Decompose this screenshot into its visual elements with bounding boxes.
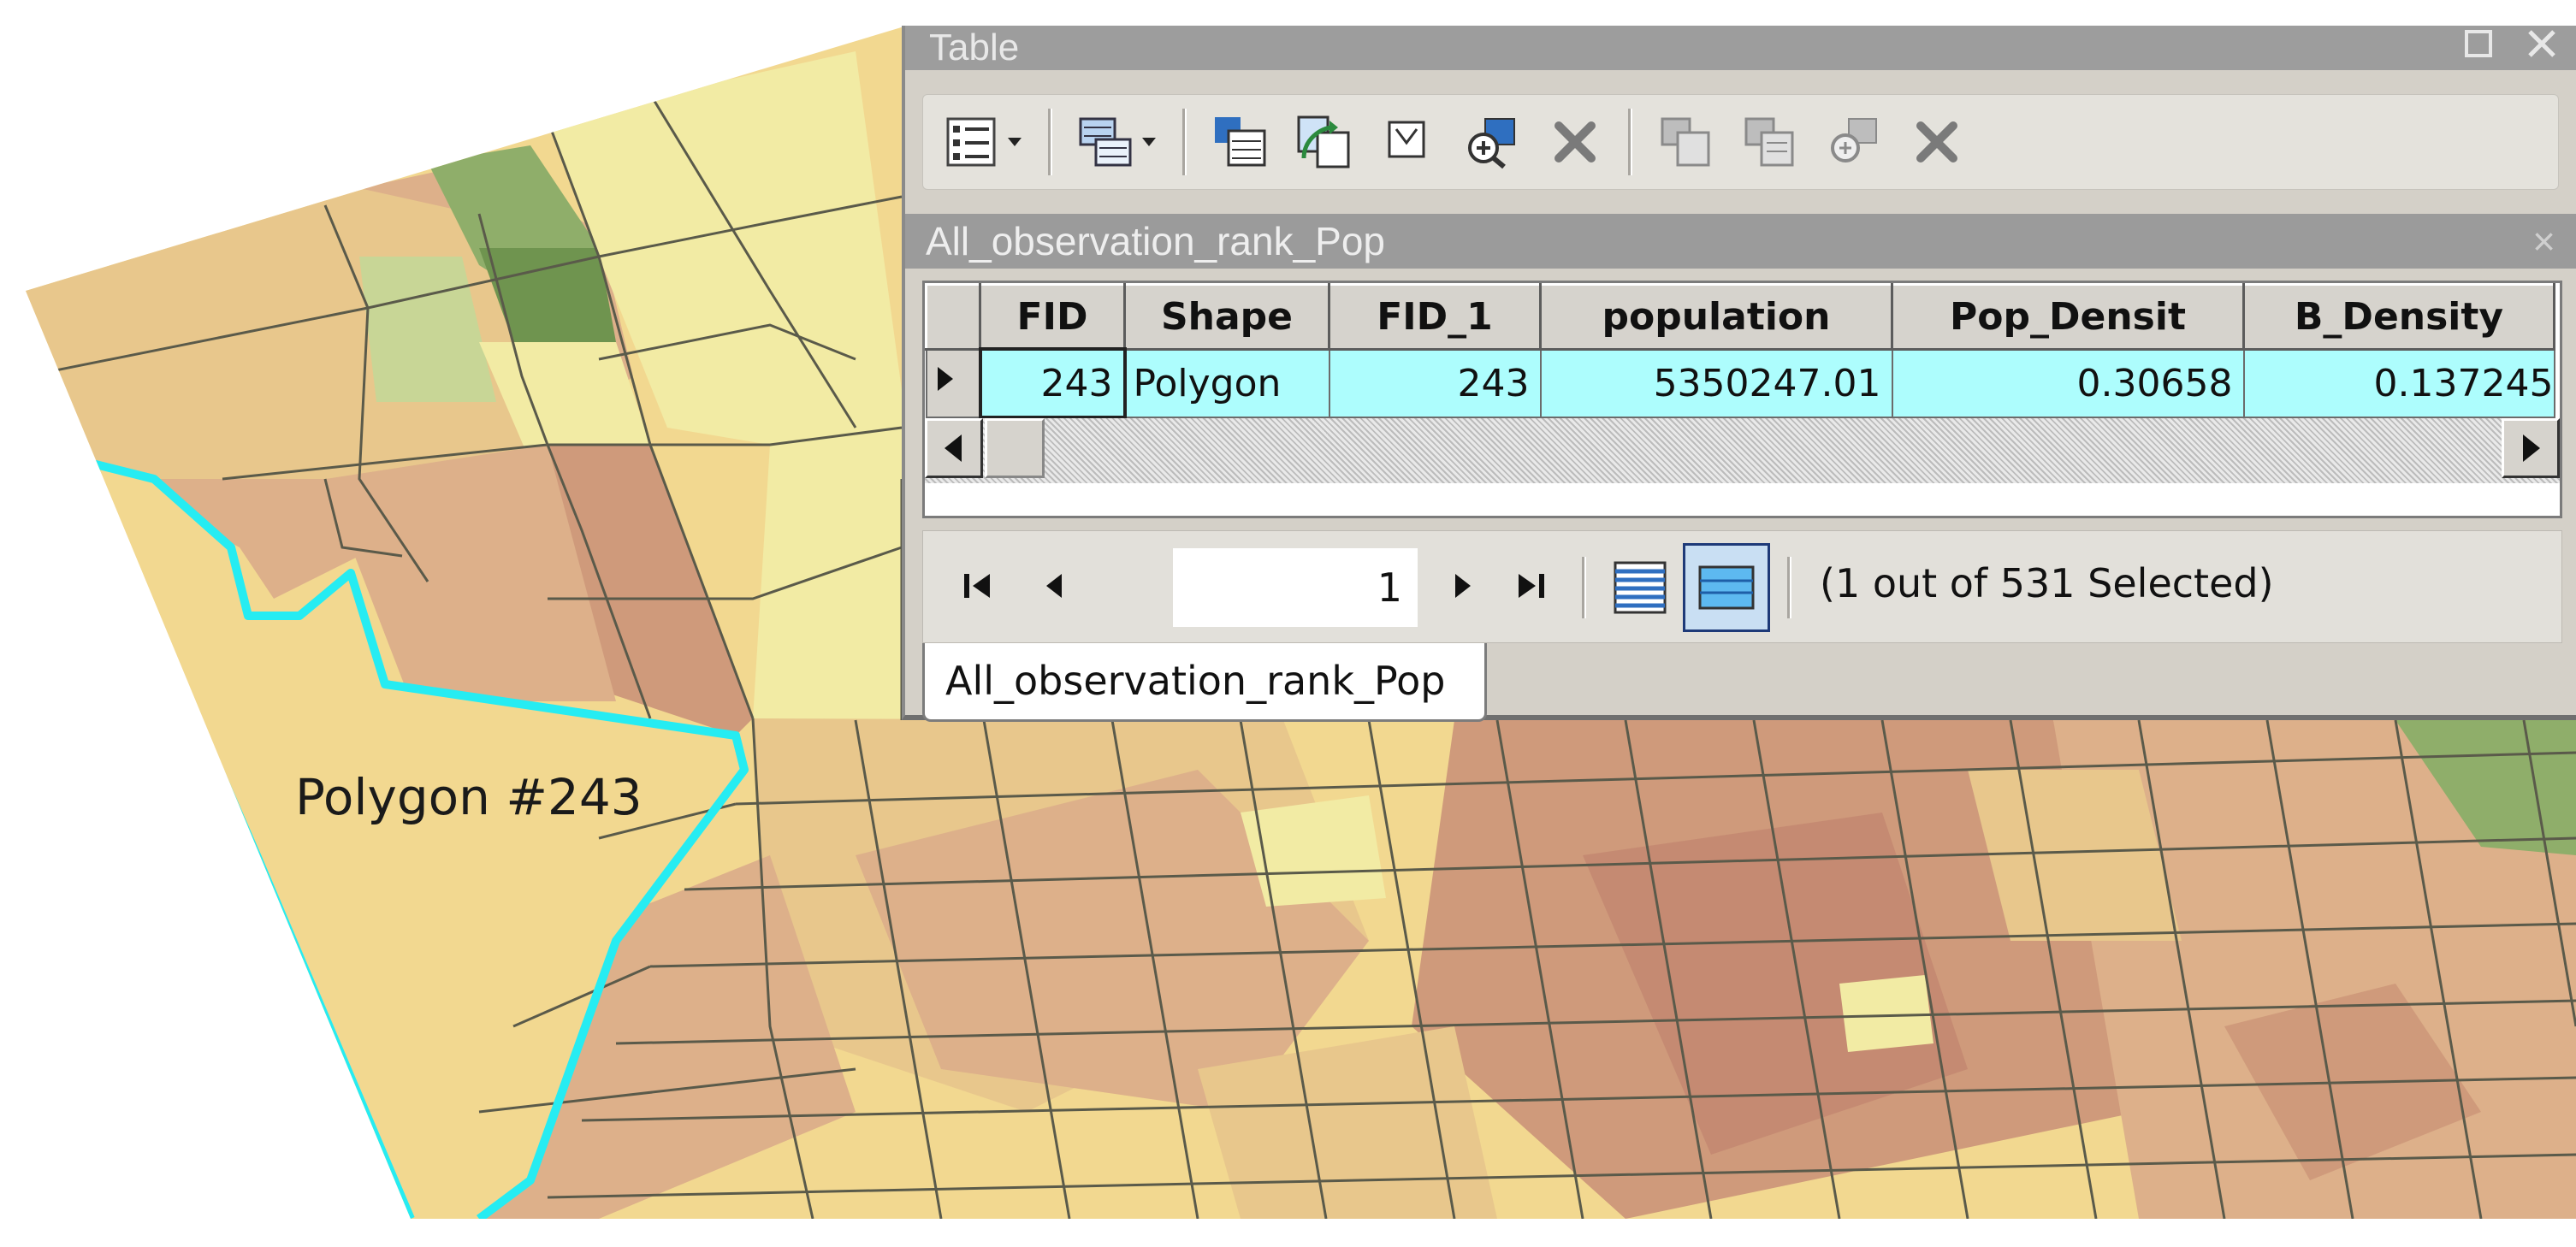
previous-record-icon bbox=[1046, 574, 1062, 598]
cell-fid[interactable]: 243 bbox=[978, 347, 1127, 419]
toolbar-separator bbox=[1628, 109, 1632, 175]
first-record-icon bbox=[964, 574, 990, 598]
delete-icon bbox=[1916, 121, 1957, 163]
scroll-left-button[interactable] bbox=[925, 418, 983, 478]
zoom-records-icon bbox=[1831, 118, 1877, 163]
horizontal-scrollbar[interactable] bbox=[925, 418, 2560, 483]
table-tab-header: All_observation_rank_Pop × bbox=[905, 214, 2576, 269]
paste-records-button[interactable] bbox=[1738, 111, 1800, 173]
header-row: FID Shape FID_1 population Pop_Densit B_… bbox=[925, 283, 2555, 351]
toolbar-separator bbox=[1048, 109, 1052, 175]
row-selector[interactable] bbox=[925, 348, 981, 418]
table-tab[interactable]: All_observation_rank_Pop bbox=[922, 643, 1487, 722]
selection-status: (1 out of 531 Selected) bbox=[1820, 560, 2274, 606]
zoom-to-selected-icon bbox=[1468, 118, 1515, 169]
cell-shape[interactable]: Polygon bbox=[1123, 348, 1330, 418]
toolbar-separator bbox=[1182, 109, 1187, 175]
record-navigation-bar: (1 out of 531 Selected) bbox=[922, 530, 2562, 643]
current-record-input[interactable] bbox=[1173, 548, 1418, 627]
paste-records-icon bbox=[1744, 117, 1794, 167]
cell-population[interactable]: 5350247.01 bbox=[1539, 348, 1893, 418]
show-selected-records-icon bbox=[1698, 565, 1755, 610]
related-tables-button[interactable] bbox=[1075, 111, 1136, 173]
chevron-left-icon bbox=[945, 434, 962, 462]
scroll-thumb[interactable] bbox=[985, 418, 1045, 478]
table-toolbar bbox=[922, 94, 2559, 190]
clear-selection-icon bbox=[1388, 121, 1425, 158]
column-header-fid[interactable]: FID bbox=[979, 283, 1126, 351]
last-record-button[interactable] bbox=[1505, 560, 1556, 612]
table-row[interactable]: 243 Polygon 243 5350247.01 0.30658 0.137… bbox=[925, 347, 2555, 419]
window-controls bbox=[2461, 26, 2559, 70]
chevron-down-icon bbox=[1008, 138, 1022, 146]
clear-selection-button[interactable] bbox=[1377, 111, 1438, 173]
column-header-pop-densit[interactable]: Pop_Densit bbox=[1891, 283, 2245, 351]
close-table-icon[interactable]: × bbox=[2532, 214, 2555, 269]
polygon-label: Polygon #243 bbox=[295, 768, 643, 826]
cell-pop-densit[interactable]: 0.30658 bbox=[1891, 348, 2245, 418]
column-header-population[interactable]: population bbox=[1539, 283, 1893, 351]
last-record-icon bbox=[1519, 574, 1544, 598]
next-record-icon bbox=[1455, 574, 1471, 598]
table-options-button[interactable] bbox=[940, 111, 1002, 173]
chevron-down-icon bbox=[1142, 138, 1156, 146]
window-title: Table bbox=[905, 26, 2576, 70]
show-all-records-button[interactable] bbox=[1608, 555, 1673, 620]
table-name: All_observation_rank_Pop bbox=[926, 219, 1386, 263]
select-by-attributes-button[interactable] bbox=[1209, 111, 1270, 173]
column-header-b-density[interactable]: B_Density bbox=[2242, 283, 2555, 351]
first-record-button[interactable] bbox=[952, 560, 1004, 612]
copy-records-icon bbox=[1661, 117, 1710, 167]
attribute-grid: FID Shape FID_1 population Pop_Densit B_… bbox=[922, 281, 2562, 518]
close-icon[interactable] bbox=[2525, 27, 2559, 70]
table-options-icon bbox=[946, 117, 996, 167]
chevron-right-icon bbox=[2523, 434, 2540, 462]
delete-icon bbox=[1554, 121, 1596, 163]
delete-selected-button[interactable] bbox=[1544, 111, 1606, 173]
row-selector-header[interactable] bbox=[925, 283, 981, 351]
column-header-fid-1[interactable]: FID_1 bbox=[1328, 283, 1542, 351]
nav-separator bbox=[1582, 557, 1586, 618]
nav-separator bbox=[1787, 557, 1791, 618]
restore-icon[interactable] bbox=[2461, 27, 2496, 70]
scroll-right-button[interactable] bbox=[2502, 418, 2560, 478]
delete-records-button[interactable] bbox=[1906, 111, 1968, 173]
show-selected-records-button[interactable] bbox=[1683, 543, 1770, 632]
table-options-dropdown[interactable] bbox=[1004, 111, 1026, 173]
attribute-table: FID Shape FID_1 population Pop_Densit B_… bbox=[925, 283, 2555, 419]
switch-selection-icon bbox=[1297, 115, 1350, 168]
select-by-attributes-icon bbox=[1215, 117, 1266, 167]
show-all-records-icon bbox=[1614, 561, 1667, 614]
switch-selection-button[interactable] bbox=[1293, 111, 1354, 173]
cell-fid-1[interactable]: 243 bbox=[1328, 348, 1542, 418]
copy-records-button[interactable] bbox=[1655, 111, 1716, 173]
cell-b-density[interactable]: 0.137245 bbox=[2242, 348, 2555, 418]
related-tables-dropdown[interactable] bbox=[1138, 111, 1160, 173]
zoom-to-selected-button[interactable] bbox=[1460, 111, 1522, 173]
table-window: Table All_observation_rank_Pop × FID Sha… bbox=[902, 26, 2576, 722]
column-header-shape[interactable]: Shape bbox=[1123, 283, 1330, 351]
zoom-records-button[interactable] bbox=[1822, 111, 1884, 173]
current-row-icon bbox=[937, 366, 953, 391]
next-record-button[interactable] bbox=[1436, 560, 1488, 612]
previous-record-button[interactable] bbox=[1029, 560, 1081, 612]
related-tables-icon bbox=[1079, 117, 1132, 167]
